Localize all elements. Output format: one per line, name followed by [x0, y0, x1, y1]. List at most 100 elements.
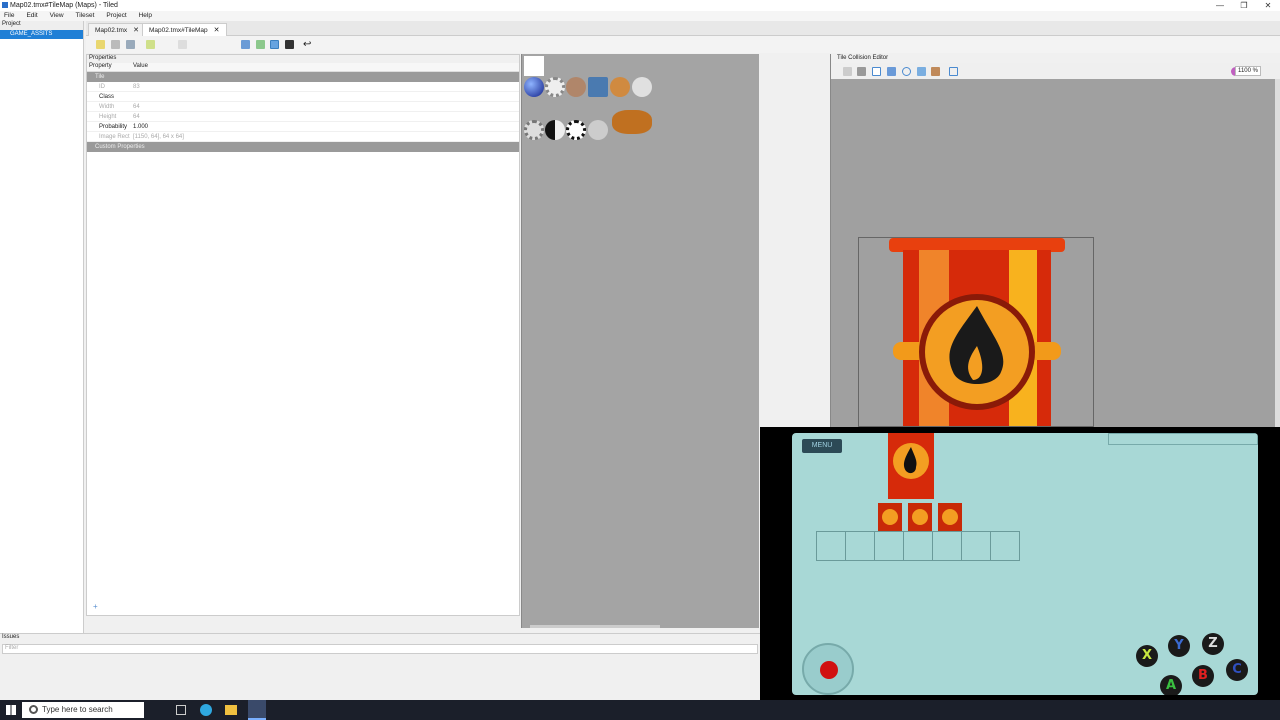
save-icon[interactable] [126, 40, 135, 49]
value-column-label: Value [133, 63, 148, 69]
issues-filter-input[interactable]: Filter [2, 644, 758, 654]
animation-icon[interactable] [285, 40, 294, 49]
menu-tileset[interactable]: Tileset [76, 11, 95, 21]
button-z[interactable]: Z [1202, 633, 1224, 655]
add-property-icon[interactable]: + [93, 602, 98, 611]
tileset-view[interactable] [521, 54, 759, 628]
tab-map02-tilemap[interactable]: Map02.tmx#TileMap ✕ [142, 23, 227, 36]
add-tiles-icon[interactable] [146, 40, 155, 49]
taskbar-search-input[interactable]: Type here to search [22, 702, 144, 718]
joystick-knob[interactable] [820, 661, 838, 679]
top-blocks [1108, 433, 1258, 445]
menu-view[interactable]: View [50, 11, 64, 21]
minimize-button[interactable]: — [1210, 1, 1230, 10]
new-icon[interactable] [96, 40, 105, 49]
gear-tile[interactable] [545, 77, 565, 97]
ground-blocks [816, 531, 1020, 561]
project-item-game-assets[interactable]: GAME_ASSITS [0, 30, 83, 39]
property-key: ID [99, 84, 105, 90]
section-tile[interactable]: Tile [87, 72, 519, 82]
arrow-up-icon[interactable] [241, 40, 250, 49]
title-bar: Map02.tmx#TileMap (Maps) - Tiled — ❐ ✕ [0, 0, 1280, 11]
property-value[interactable]: 1.000 [133, 122, 148, 132]
button-a[interactable]: A [1160, 675, 1182, 695]
button-y[interactable]: Y [1168, 635, 1190, 657]
menu-button[interactable]: MENU [802, 439, 842, 453]
menu-file[interactable]: File [4, 11, 14, 21]
menu-edit[interactable]: Edit [26, 11, 37, 21]
button-b[interactable]: B [1192, 665, 1214, 687]
property-row-class[interactable]: Class [87, 92, 519, 102]
button-x[interactable]: X [1136, 645, 1158, 667]
property-row-image-rect[interactable]: Image Rect [1150, 64], 64 x 64] [87, 132, 519, 142]
tab-map02[interactable]: Map02.tmx ✕ [88, 23, 147, 36]
small-gear-tile[interactable] [524, 120, 544, 140]
property-column-label: Property [89, 63, 112, 69]
rotate-icon[interactable] [178, 40, 187, 49]
insert-tile-icon[interactable] [949, 67, 958, 76]
rooster-tile[interactable] [632, 77, 652, 97]
issues-panel: Issues Filter [0, 633, 760, 700]
section-custom-label: Custom Properties [95, 144, 145, 150]
edit-polygons-icon[interactable] [857, 67, 866, 76]
tile-collision-editor: Tile Collision Editor 1100 % [830, 54, 1280, 427]
tile-preview[interactable] [858, 237, 1094, 427]
game-screen[interactable]: MENU X Y Z A B C [792, 433, 1258, 695]
search-icon [29, 705, 38, 714]
point-icon[interactable] [887, 67, 896, 76]
properties-column-header: Property Value [87, 63, 519, 72]
menu-help[interactable]: Help [139, 11, 152, 21]
zoom-select[interactable]: 1100 % [1235, 66, 1261, 76]
select-objects-icon[interactable] [843, 67, 852, 76]
undo-icon[interactable]: ↩ [303, 40, 312, 50]
property-value: 64 [133, 104, 140, 110]
bottle-tile[interactable] [588, 77, 608, 97]
issues-label: Issues [2, 634, 20, 640]
fire-barrel-tile-image [889, 238, 1065, 426]
tire-tile[interactable] [588, 120, 608, 140]
yin-yang-tile[interactable] [545, 120, 565, 140]
polygon-icon[interactable] [917, 67, 926, 76]
document-tabs: Map02.tmx ✕ Map02.tmx#TileMap ✕ [86, 21, 1280, 36]
joystick[interactable] [802, 643, 854, 695]
tab-label: Map02.tmx#TileMap [149, 27, 208, 34]
collision-toolbar: 1100 % [831, 63, 1280, 79]
property-row-probability[interactable]: Probability 1.000 [87, 122, 519, 132]
edge-icon[interactable] [200, 704, 212, 716]
ellipse-icon[interactable] [902, 67, 911, 76]
collision-editor-icon[interactable] [270, 40, 279, 49]
section-custom-properties[interactable]: Custom Properties [87, 142, 519, 152]
tab-label: Map02.tmx [95, 27, 128, 34]
blue-ball-tile[interactable] [524, 77, 544, 97]
button-c[interactable]: C [1226, 659, 1248, 681]
task-view-icon[interactable] [176, 705, 186, 715]
window-title: Map02.tmx#TileMap (Maps) - Tiled [10, 2, 118, 9]
vertical-scrollbar[interactable] [1275, 79, 1280, 427]
chicken-tile[interactable] [610, 77, 630, 97]
property-row-id: ID 83 [87, 82, 519, 92]
windows-start-icon[interactable] [6, 705, 16, 715]
open-icon[interactable] [111, 40, 120, 49]
menu-project[interactable]: Project [106, 11, 126, 21]
file-explorer-icon[interactable] [225, 705, 237, 715]
close-icon[interactable]: ✕ [214, 27, 220, 34]
windows-taskbar: Type here to search [0, 700, 1280, 720]
property-value: 83 [133, 84, 140, 90]
menu-bar: File Edit View Tileset Project Help [0, 11, 1280, 21]
template-icon[interactable] [931, 67, 940, 76]
rectangle-icon[interactable] [872, 67, 881, 76]
edit-tile-icon[interactable] [256, 40, 265, 49]
cow-tile[interactable] [566, 77, 586, 97]
project-panel: Project GAME_ASSITS [0, 21, 84, 633]
property-row-height: Height 64 [87, 112, 519, 122]
close-icon[interactable]: ✕ [133, 27, 139, 34]
close-window-button[interactable]: ✕ [1258, 1, 1278, 10]
soccer-ball-tile[interactable] [566, 120, 586, 140]
tiled-taskbar-icon[interactable] [248, 700, 266, 720]
selected-tile[interactable] [524, 56, 544, 76]
property-row-width: Width 64 [87, 102, 519, 112]
maximize-button[interactable]: ❐ [1234, 1, 1254, 10]
collision-editor-title: Tile Collision Editor [831, 54, 1280, 63]
logo-tile[interactable] [612, 110, 652, 134]
horizontal-scrollbar[interactable] [530, 625, 660, 628]
